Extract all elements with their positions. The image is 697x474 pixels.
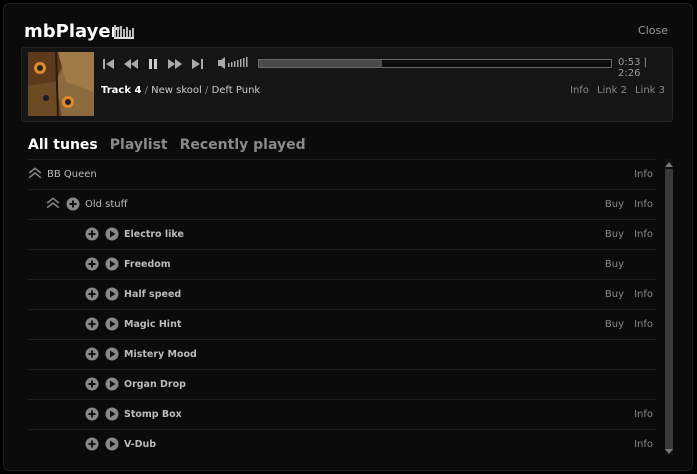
album-cover: [28, 52, 94, 116]
tab-bar: All tunes Playlist Recently played: [28, 137, 306, 153]
list-item-subgroup[interactable]: Old stuff Buy Info: [28, 189, 656, 219]
list-item[interactable]: Mistery Mood: [28, 339, 656, 369]
track-label: V-Dub: [124, 439, 157, 450]
add-icon[interactable]: [85, 377, 99, 391]
track-label: Freedom: [124, 259, 171, 270]
play-icon[interactable]: [105, 407, 119, 421]
collapse-icon[interactable]: [28, 166, 42, 180]
track-label: Mistery Mood: [124, 349, 197, 360]
track-label: Half speed: [124, 289, 182, 300]
now-playing-panel: 0:53 | 2:26 Track 4 / New skool / Deft P…: [21, 47, 673, 122]
next-track-icon[interactable]: [190, 57, 204, 71]
add-icon[interactable]: [85, 227, 99, 241]
play-icon[interactable]: [105, 227, 119, 241]
buy-link[interactable]: Buy: [605, 259, 624, 270]
collapse-icon[interactable]: [46, 196, 60, 210]
track-label: Stomp Box: [124, 409, 182, 420]
add-icon[interactable]: [85, 407, 99, 421]
info-link[interactable]: Info: [634, 229, 653, 240]
info-link[interactable]: Info: [634, 439, 653, 450]
list-item[interactable]: Freedom Buy: [28, 249, 656, 279]
scroll-down-icon[interactable]: [664, 448, 674, 456]
player-links: Info Link 2 Link 3: [570, 85, 665, 96]
add-icon[interactable]: [85, 257, 99, 271]
now-playing-info: Track 4 / New skool / Deft Punk: [101, 85, 261, 96]
play-icon[interactable]: [105, 257, 119, 271]
list-item-group[interactable]: BB Queen Info: [28, 159, 656, 189]
play-icon[interactable]: [105, 317, 119, 331]
tab-playlist[interactable]: Playlist: [110, 137, 168, 153]
app-title: mbPlayer: [24, 21, 120, 42]
track-number: Track 4: [101, 85, 142, 96]
play-icon[interactable]: [105, 377, 119, 391]
add-icon[interactable]: [85, 437, 99, 451]
list-item[interactable]: Organ Drop: [28, 369, 656, 399]
list-item[interactable]: V-Dub Info: [28, 429, 656, 455]
group-info-link[interactable]: Info: [634, 169, 653, 180]
buy-link[interactable]: Buy: [605, 229, 624, 240]
play-icon[interactable]: [105, 437, 119, 451]
tune-list: BB Queen Info Old stuff Buy Info Electro…: [28, 159, 656, 455]
progress-bar[interactable]: [258, 59, 612, 68]
previous-track-icon[interactable]: [102, 57, 116, 71]
track-label: Organ Drop: [124, 379, 186, 390]
time-display: 0:53 | 2:26: [618, 57, 648, 79]
subgroup-label: Old stuff: [85, 199, 128, 210]
track-label: Magic Hint: [124, 319, 182, 330]
player-link-2[interactable]: Link 2: [597, 85, 627, 96]
player-link-3[interactable]: Link 3: [635, 85, 665, 96]
list-item[interactable]: Half speed Buy Info: [28, 279, 656, 309]
artist-name: Deft Punk: [211, 85, 261, 96]
tab-all-tunes[interactable]: All tunes: [28, 137, 98, 153]
info-link[interactable]: Info: [634, 319, 653, 330]
add-icon[interactable]: [66, 197, 80, 211]
add-icon[interactable]: [85, 347, 99, 361]
play-icon[interactable]: [105, 347, 119, 361]
close-button[interactable]: Close: [638, 24, 668, 37]
list-item[interactable]: Electro like Buy Info: [28, 219, 656, 249]
volume-icon[interactable]: [218, 56, 254, 70]
list-item[interactable]: Stomp Box Info: [28, 399, 656, 429]
scroll-up-icon[interactable]: [664, 160, 674, 168]
track-label: Electro like: [124, 229, 184, 240]
play-icon[interactable]: [105, 287, 119, 301]
fast-forward-icon[interactable]: [168, 57, 182, 71]
equalizer-logo-icon: [114, 25, 134, 39]
player-info-link[interactable]: Info: [570, 85, 589, 96]
rewind-icon[interactable]: [124, 57, 138, 71]
buy-link[interactable]: Buy: [605, 319, 624, 330]
buy-link[interactable]: Buy: [605, 289, 624, 300]
add-icon[interactable]: [85, 317, 99, 331]
subgroup-info-link[interactable]: Info: [634, 199, 653, 210]
tab-recently-played[interactable]: Recently played: [180, 137, 306, 153]
group-label: BB Queen: [47, 169, 97, 180]
transport-controls: [102, 57, 212, 71]
info-link[interactable]: Info: [634, 289, 653, 300]
pause-icon[interactable]: [146, 57, 160, 71]
album-name: New skool: [151, 85, 202, 96]
scrollbar-thumb[interactable]: [665, 169, 673, 451]
list-item[interactable]: Magic Hint Buy Info: [28, 309, 656, 339]
info-link[interactable]: Info: [634, 409, 653, 420]
progress-fill: [259, 60, 383, 67]
subgroup-buy-link[interactable]: Buy: [605, 199, 624, 210]
add-icon[interactable]: [85, 287, 99, 301]
